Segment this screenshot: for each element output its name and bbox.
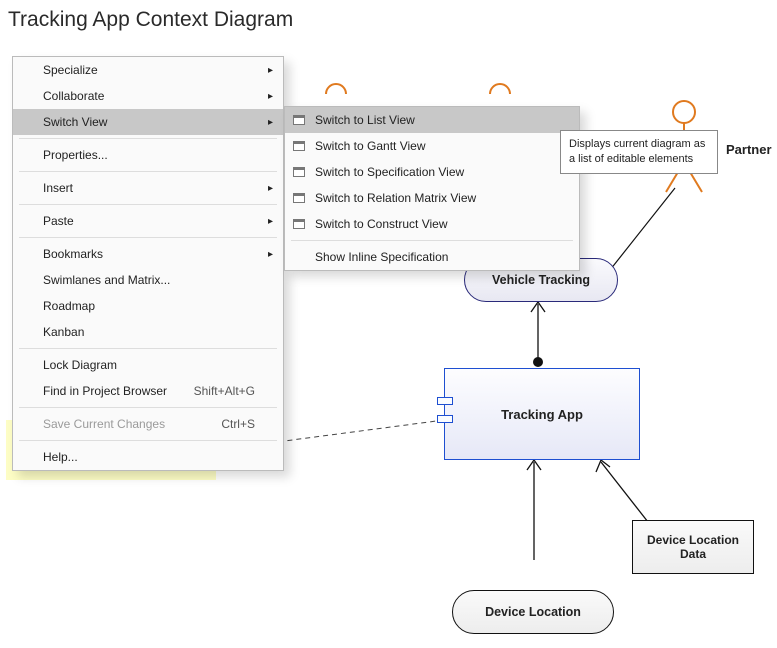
menu-item-label: Paste xyxy=(43,214,74,228)
menu-item[interactable]: Swimlanes and Matrix... xyxy=(13,267,283,293)
menu-item-label: Swimlanes and Matrix... xyxy=(43,273,170,287)
chevron-right-icon: ▸ xyxy=(268,117,273,128)
menu-separator xyxy=(19,237,277,238)
node-device-location[interactable]: Device Location xyxy=(452,590,614,634)
menu-item-label: Kanban xyxy=(43,325,84,339)
submenu-item[interactable]: Switch to Gantt View xyxy=(285,133,579,159)
menu-item[interactable]: Paste ▸ xyxy=(13,208,283,234)
submenu-item-label: Show Inline Specification xyxy=(315,250,448,264)
view-icon xyxy=(293,115,305,125)
menu-item-shortcut: Ctrl+S xyxy=(221,417,255,431)
menu-item[interactable]: Bookmarks ▸ xyxy=(13,241,283,267)
submenu-item-label: Switch to List View xyxy=(315,113,415,127)
submenu-item-label: Switch to Specification View xyxy=(315,165,464,179)
component-ear-icon xyxy=(437,397,453,405)
menu-item-label: Find in Project Browser xyxy=(43,384,167,398)
menu-item[interactable]: Insert ▸ xyxy=(13,175,283,201)
node-tracking-app-label: Tracking App xyxy=(501,407,583,422)
menu-separator xyxy=(291,240,573,241)
menu-separator xyxy=(19,440,277,441)
menu-item-label: Specialize xyxy=(43,63,98,77)
menu-item-label: Bookmarks xyxy=(43,247,103,261)
menu-item[interactable]: Roadmap xyxy=(13,293,283,319)
view-icon xyxy=(293,193,305,203)
menu-separator xyxy=(19,171,277,172)
node-tracking-app[interactable]: Tracking App xyxy=(444,368,640,460)
menu-item[interactable]: Help... xyxy=(13,444,283,470)
menu-item-label: Help... xyxy=(43,450,78,464)
submenu-item-label: Switch to Relation Matrix View xyxy=(315,191,476,205)
menu-item: Save Current Changes Ctrl+S xyxy=(13,411,283,437)
submenu-item[interactable]: Switch to List View xyxy=(285,107,579,133)
context-submenu-switch-view[interactable]: Switch to List View Switch to Gantt View S… xyxy=(284,106,580,271)
node-device-location-data[interactable]: Device Location Data xyxy=(632,520,754,574)
menu-separator xyxy=(19,407,277,408)
menu-item[interactable]: Kanban xyxy=(13,319,283,345)
submenu-item[interactable]: Switch to Specification View xyxy=(285,159,579,185)
chevron-right-icon: ▸ xyxy=(268,91,273,102)
context-menu[interactable]: Specialize ▸ Collaborate ▸ Switch View ▸ Prope… xyxy=(12,56,284,471)
menu-separator xyxy=(19,204,277,205)
view-icon xyxy=(293,167,305,177)
menu-item-label: Roadmap xyxy=(43,299,95,313)
menu-separator xyxy=(19,348,277,349)
menu-item-label: Save Current Changes xyxy=(43,417,165,431)
view-icon xyxy=(293,141,305,151)
chevron-right-icon: ▸ xyxy=(268,183,273,194)
menu-item-shortcut: Shift+Alt+G xyxy=(194,384,255,398)
chevron-right-icon: ▸ xyxy=(268,65,273,76)
menu-item-label: Collaborate xyxy=(43,89,104,103)
submenu-item-label: Switch to Gantt View xyxy=(315,139,426,153)
menu-item[interactable]: Find in Project Browser Shift+Alt+G xyxy=(13,378,283,404)
menu-separator xyxy=(19,138,277,139)
chevron-right-icon: ▸ xyxy=(268,216,273,227)
submenu-item[interactable]: Switch to Relation Matrix View xyxy=(285,185,579,211)
menu-item-label: Lock Diagram xyxy=(43,358,117,372)
submenu-item[interactable]: Show Inline Specification xyxy=(285,244,579,270)
menu-item-label: Insert xyxy=(43,181,73,195)
menu-item-label: Properties... xyxy=(43,148,108,162)
menu-item[interactable]: Properties... xyxy=(13,142,283,168)
chevron-right-icon: ▸ xyxy=(268,249,273,260)
tooltip-switch-list-view: Displays current diagram as a list of ed… xyxy=(560,130,718,174)
menu-item-label: Switch View xyxy=(43,115,107,129)
view-icon xyxy=(293,219,305,229)
component-ear-icon xyxy=(437,415,453,423)
menu-item[interactable]: Specialize ▸ xyxy=(13,57,283,83)
submenu-item[interactable]: Switch to Construct View xyxy=(285,211,579,237)
submenu-item-label: Switch to Construct View xyxy=(315,217,448,231)
menu-item[interactable]: Lock Diagram xyxy=(13,352,283,378)
menu-item[interactable]: Collaborate ▸ xyxy=(13,83,283,109)
menu-item[interactable]: Switch View ▸ xyxy=(13,109,283,135)
